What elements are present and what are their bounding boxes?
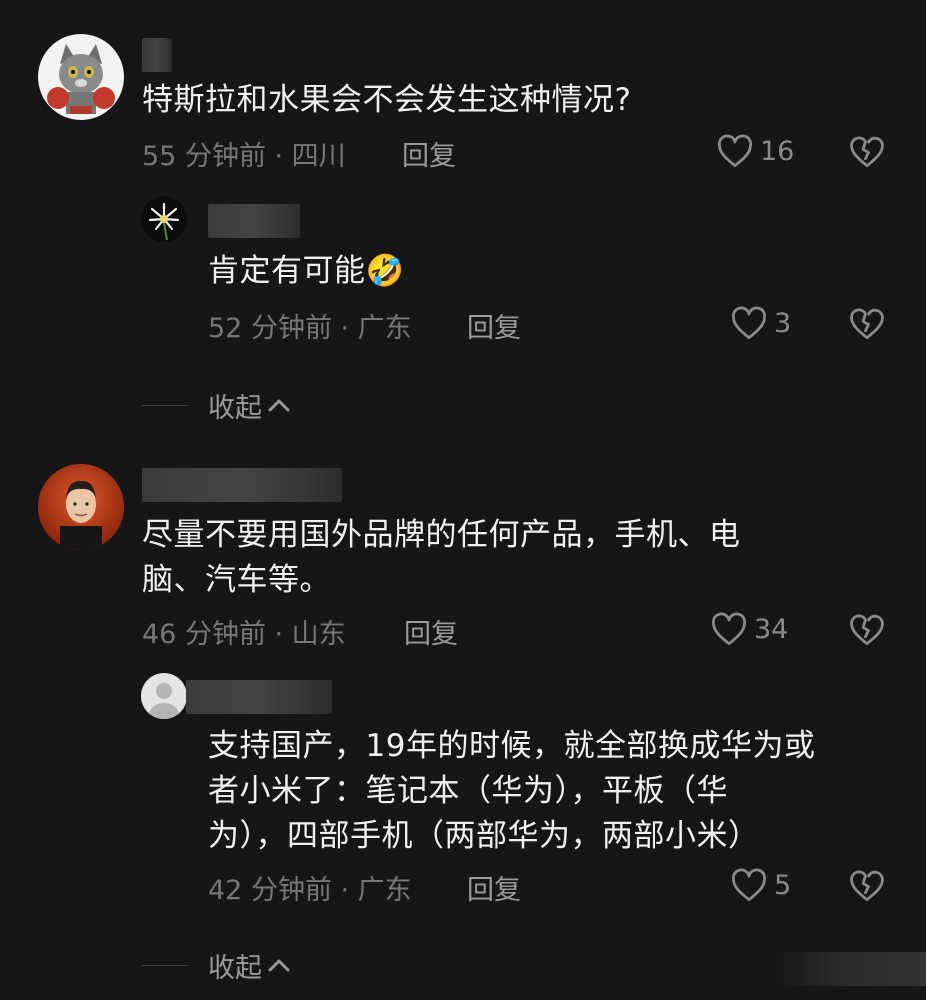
divider-line: [142, 965, 188, 966]
chevron-up-icon: [268, 959, 290, 971]
dislike-button[interactable]: [848, 134, 886, 172]
dislike-button[interactable]: [848, 612, 886, 650]
avatar[interactable]: [38, 464, 124, 550]
broken-heart-icon: [850, 614, 884, 646]
reply-button[interactable]: 回复: [402, 134, 456, 173]
heart-outline-icon: [711, 612, 747, 646]
like-count: 16: [760, 135, 795, 167]
like-count: 5: [774, 869, 792, 901]
collapse-button[interactable]: 收起: [208, 946, 292, 985]
comment-text: 尽量不要用国外品牌的任何产品，手机、电 脑、汽车等。: [142, 517, 741, 598]
reply-avatar[interactable]: [141, 673, 187, 719]
comment-thread: 特斯拉和水果会不会发生这种情况? 55 分钟前 · 四川 回复 16 肯定有可能…: [0, 0, 926, 1000]
like-count: 34: [754, 613, 789, 645]
broken-heart-icon: [850, 870, 884, 902]
dislike-button[interactable]: [848, 868, 886, 906]
like-button[interactable]: 3: [730, 306, 791, 340]
watermark-overlay: [776, 952, 926, 986]
comment-meta: 55 分钟前 · 四川: [142, 141, 346, 172]
broken-heart-icon: [850, 308, 884, 340]
reply-text: 支持国产，19年的时候，就全部换成华为或 者小米了：笔记本（华为），平板（华 为…: [208, 728, 816, 854]
reply-avatar[interactable]: [141, 196, 187, 242]
comment-item: 尽量不要用国外品牌的任何产品，手机、电 脑、汽车等。 46 分钟前 · 山东 回…: [0, 460, 926, 1000]
collapse-label: 收起: [208, 393, 262, 424]
broken-heart-icon: [850, 136, 884, 168]
divider-line: [142, 405, 188, 406]
reply-author-name-redacted[interactable]: [208, 204, 300, 238]
like-button[interactable]: 34: [710, 612, 788, 646]
reply-button[interactable]: 回复: [467, 306, 521, 345]
collapse-label: 收起: [208, 953, 262, 984]
heart-outline-icon: [731, 306, 767, 340]
reply-author-name-redacted[interactable]: [186, 680, 332, 714]
author-name-redacted[interactable]: [142, 468, 342, 502]
avatar[interactable]: [38, 34, 124, 120]
dislike-button[interactable]: [848, 306, 886, 344]
reply-text: 肯定有可能🤣: [208, 253, 405, 289]
reply-meta: 52 分钟前 · 广东: [208, 313, 412, 344]
heart-outline-icon: [717, 134, 753, 168]
author-name-redacted[interactable]: [142, 38, 172, 72]
comment-meta: 46 分钟前 · 山东: [142, 619, 346, 650]
like-count: 3: [774, 307, 792, 339]
reply-button[interactable]: 回复: [467, 868, 521, 907]
heart-outline-icon: [731, 868, 767, 902]
collapse-button[interactable]: 收起: [208, 386, 292, 425]
like-button[interactable]: 16: [716, 134, 794, 168]
chevron-up-icon: [268, 399, 290, 411]
comment-text: 特斯拉和水果会不会发生这种情况?: [142, 82, 632, 118]
like-button[interactable]: 5: [730, 868, 791, 902]
comment-item: 特斯拉和水果会不会发生这种情况? 55 分钟前 · 四川 回复 16 肯定有可能…: [0, 0, 926, 440]
reply-button[interactable]: 回复: [404, 612, 458, 651]
reply-meta: 42 分钟前 · 广东: [208, 875, 412, 906]
collapse-replies: 收起: [142, 946, 292, 985]
collapse-replies: 收起: [142, 386, 292, 425]
